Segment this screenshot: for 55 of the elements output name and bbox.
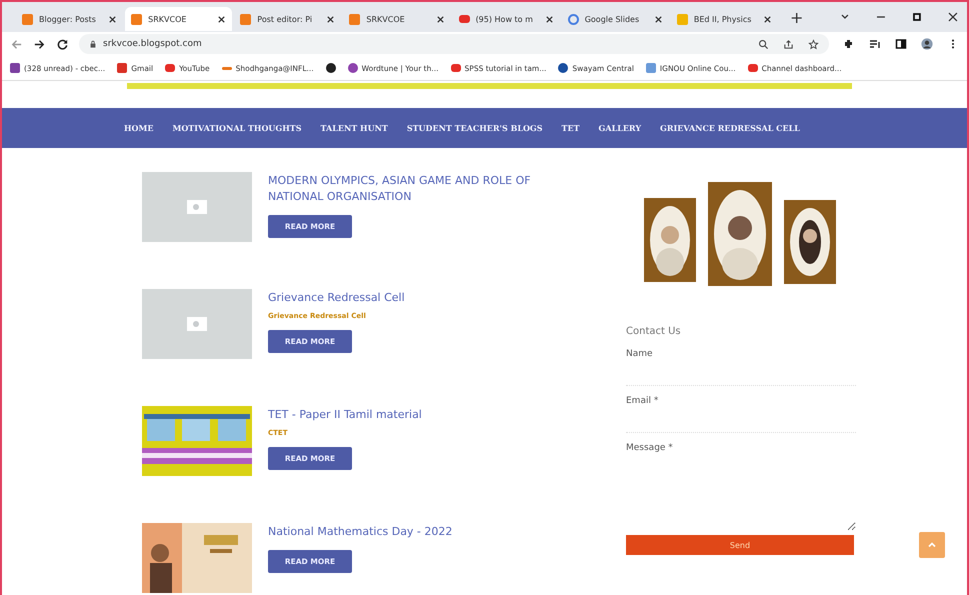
browser-tab[interactable]: SRKVCOE (125, 7, 232, 31)
side-panel-icon[interactable] (895, 38, 907, 50)
close-icon[interactable] (947, 11, 959, 23)
tab-favicon-icon (240, 14, 252, 24)
avatar-icon[interactable] (921, 38, 933, 50)
nav-link[interactable]: GRIEVANCE REDRESSAL CELL (660, 123, 800, 133)
camera-icon (187, 200, 207, 214)
browser-tab[interactable]: (95) How to m (452, 7, 560, 31)
nav-link[interactable]: TET (562, 123, 580, 133)
close-icon[interactable] (326, 14, 336, 24)
nav-link[interactable]: TALENT HUNT (320, 123, 388, 133)
close-icon[interactable] (436, 14, 445, 24)
zoom-icon[interactable] (758, 38, 769, 50)
browser-tab[interactable]: Google Slides (562, 7, 669, 31)
close-icon[interactable] (654, 14, 663, 24)
nav-link[interactable]: MOTIVATIONAL THOUGHTS (172, 123, 302, 133)
tab-favicon-icon (349, 14, 360, 24)
nav-link[interactable]: HOME (124, 123, 154, 133)
tab-favicon-icon (676, 14, 688, 24)
browser-tab[interactable]: Blogger: Posts (16, 7, 124, 31)
tab-favicon-icon (458, 15, 470, 23)
post-title-link[interactable]: Grievance Redressal Cell (268, 290, 558, 306)
browser-tab[interactable]: BEd II, Physics (670, 7, 778, 31)
bookmark-favicon-icon[interactable] (326, 63, 336, 73)
post-title-link[interactable]: TET - Paper II Tamil material (268, 407, 558, 423)
puzzle-icon[interactable] (843, 38, 855, 50)
restore-icon[interactable] (911, 11, 924, 23)
playlist-icon[interactable] (869, 38, 881, 50)
browser-tab[interactable]: Post editor: Pi (234, 7, 342, 31)
tab-favicon-icon (22, 14, 33, 24)
address-field[interactable]: srkvcoe.blogspot.com (79, 34, 829, 54)
field-label: Name (626, 349, 654, 359)
chevron-up-icon (927, 540, 937, 550)
close-icon[interactable] (762, 14, 772, 24)
post-title-link[interactable]: National Mathematics Day - 2022 (268, 524, 558, 540)
nav-link[interactable]: GALLERY (598, 123, 642, 133)
star-icon[interactable] (808, 38, 819, 50)
reload-icon[interactable] (56, 38, 69, 50)
forward-icon[interactable] (33, 38, 46, 50)
nav-link[interactable]: STUDENT TEACHER'S BLOGS (406, 123, 543, 133)
tab-favicon-icon (131, 14, 142, 24)
camera-icon (187, 317, 207, 331)
close-icon[interactable] (108, 14, 118, 24)
lock-icon (89, 40, 97, 48)
post-title-link[interactable]: MODERN OLYMPICS, ASIAN GAME AND ROLE OF NATIONAL ORGANISATION (268, 173, 558, 205)
back-icon[interactable] (10, 38, 23, 50)
browser-tab[interactable]: SRKVCOE (343, 7, 451, 31)
share-icon[interactable] (783, 38, 794, 50)
field-label: Email * (626, 396, 660, 406)
close-icon[interactable] (544, 14, 554, 24)
contact-heading: Contact Us (626, 326, 682, 337)
close-icon[interactable] (217, 14, 226, 24)
field-label: Message * (626, 443, 674, 453)
tab-favicon-icon (568, 14, 579, 24)
new-tab-button[interactable]: + (780, 8, 814, 26)
